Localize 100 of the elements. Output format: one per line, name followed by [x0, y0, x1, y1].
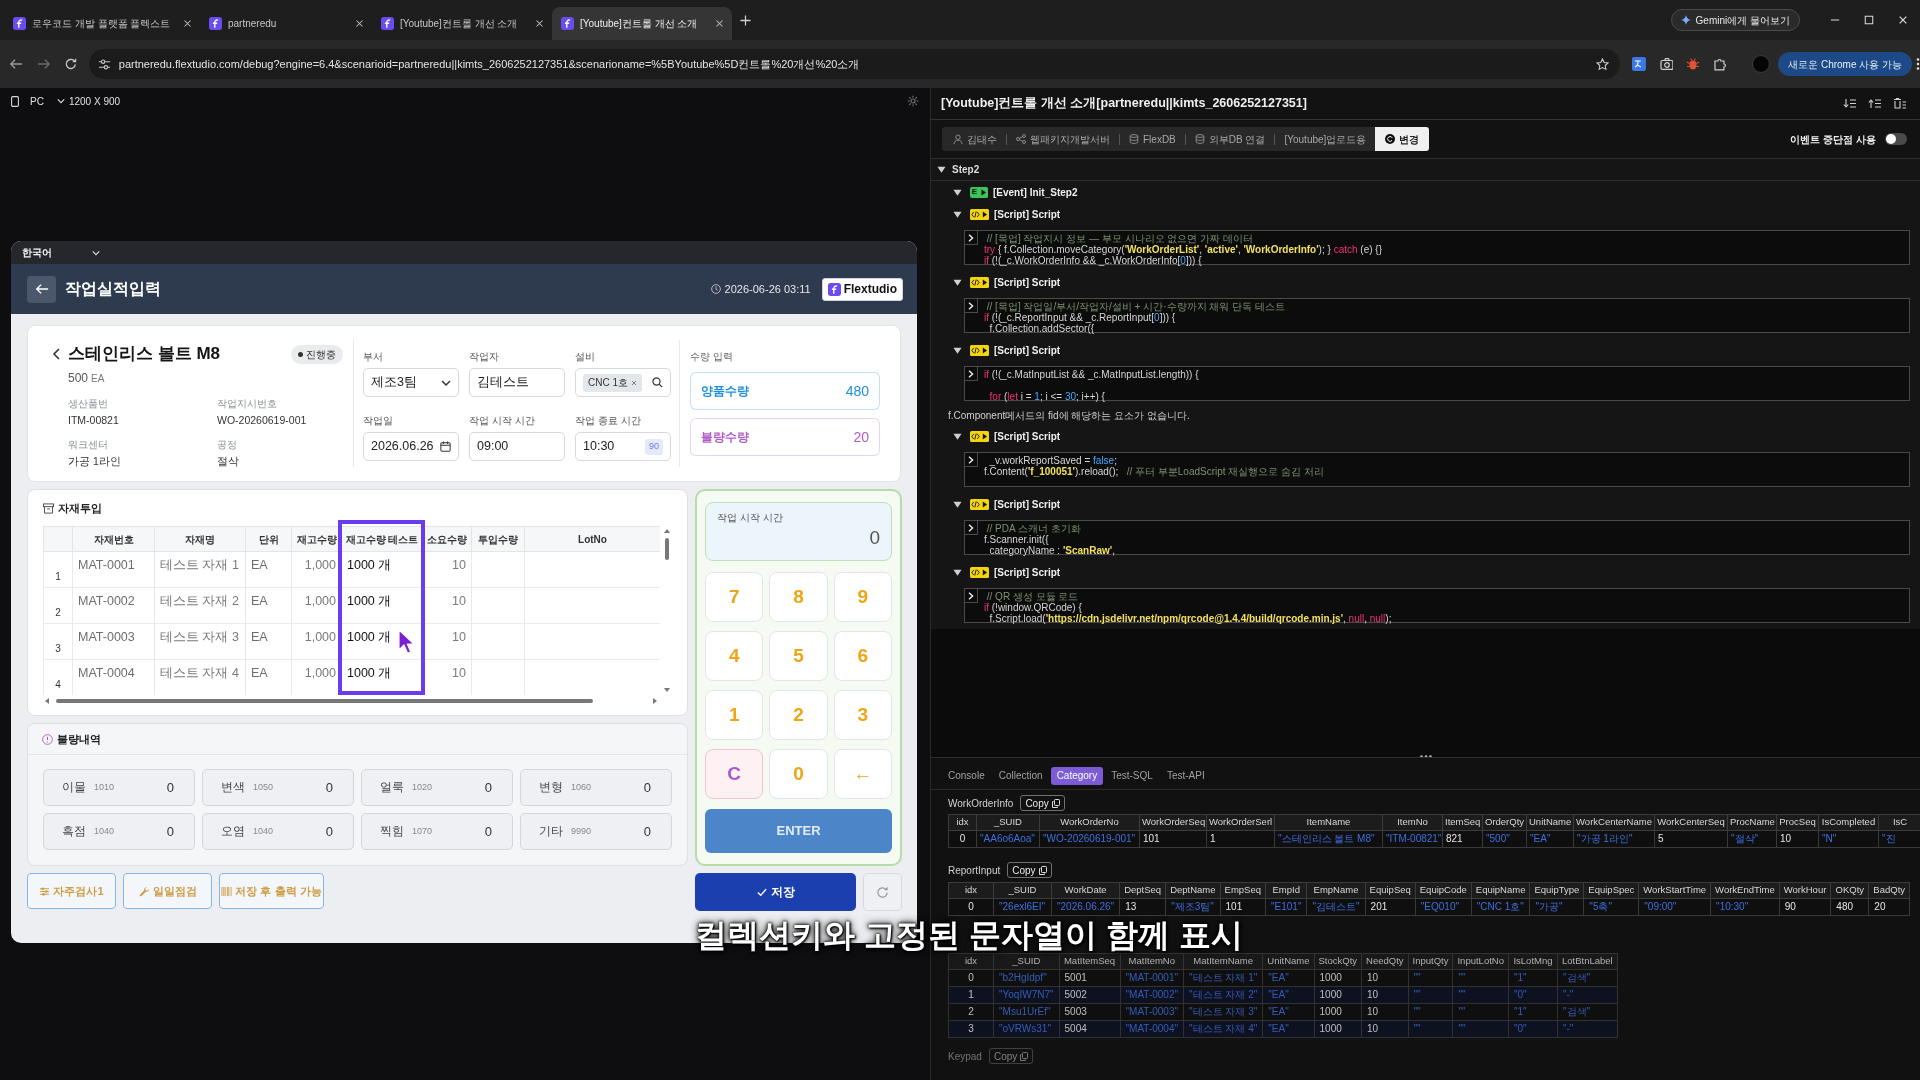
panel-tab[interactable]: Console [942, 766, 991, 785]
toggle-switch[interactable] [1885, 133, 1907, 145]
update-button[interactable]: 새로운 Chrome 사용 가능 [1778, 52, 1913, 76]
toolbar-item[interactable]: 웹패키지개발서버 [1007, 131, 1119, 147]
code-icon [970, 344, 981, 356]
tree-node-label[interactable]: [Script] Script [994, 274, 1061, 290]
tree-node-label[interactable]: [Script] Script [994, 428, 1061, 444]
caret-down-icon[interactable] [953, 499, 962, 509]
close-icon[interactable] [715, 19, 724, 28]
panel-tab[interactable]: Collection [992, 766, 1049, 785]
defect-field[interactable]: 변형 1060 0 [520, 769, 672, 806]
browser-tab[interactable]: [Youtube]컨트롤 개선 소개 [552, 7, 732, 40]
close-icon[interactable] [535, 19, 544, 28]
address-bar[interactable]: partneredu.flextudio.com/debug?engine=6.4&scenarioid=partneredu||kimts_2606252127351&scenarioname=%5BYoutube%5D컨트롤%20개선%20소개 [88, 49, 1620, 79]
translate-icon[interactable] [1631, 57, 1646, 71]
browser-tab[interactable]: 로우코드 개발 플랫폼 플렉스트 [4, 7, 200, 40]
keypad-key[interactable]: C [705, 749, 764, 799]
search-icon[interactable] [652, 377, 663, 388]
tree-node-label[interactable]: [Script] Script [994, 206, 1061, 222]
more-icon[interactable] [1916, 58, 1920, 70]
tree-node-label[interactable]: Step2 [952, 162, 980, 177]
settings-icon[interactable] [907, 95, 919, 107]
column-header: IsC [1878, 814, 1920, 831]
table-cell: 1000 [1314, 1020, 1362, 1038]
back-button[interactable] [27, 275, 56, 303]
expand-button[interactable] [965, 367, 978, 381]
caret-down-icon[interactable] [953, 345, 962, 355]
tune-icon[interactable] [97, 57, 111, 71]
text-field[interactable]: 09:00 [469, 432, 565, 461]
expand-button[interactable] [965, 589, 978, 603]
forward-arrow-icon[interactable] [36, 57, 51, 71]
change-button[interactable]: 변경 [1375, 127, 1430, 151]
maximize-icon[interactable] [1864, 15, 1874, 25]
bug-icon[interactable] [1686, 57, 1701, 71]
close-icon[interactable] [355, 19, 364, 28]
toolbar-item[interactable]: 김태수 [944, 131, 1006, 147]
date-field[interactable]: 2026.06.26 [363, 432, 459, 461]
sort-up-icon[interactable] [1868, 98, 1881, 109]
save-button[interactable]: 저장 [695, 873, 856, 911]
quantity-field[interactable]: 양품수량 480 [690, 372, 880, 410]
defect-field[interactable]: 이물 1010 0 [43, 769, 195, 806]
tree-node-label[interactable]: [Script] Script [994, 564, 1061, 580]
expand-button[interactable] [965, 299, 978, 313]
caret-down-icon[interactable] [953, 187, 962, 197]
browser-tab[interactable]: partneredu [200, 7, 372, 40]
defect-field[interactable]: 오염 1040 0 [202, 813, 354, 850]
back-arrow-icon[interactable] [9, 57, 23, 71]
copy-button[interactable]: Copy [1007, 862, 1052, 878]
panel-tab[interactable]: Test-SQL [1105, 766, 1159, 785]
caret-down-icon[interactable] [953, 209, 962, 219]
defect-field[interactable]: 변색 1050 0 [202, 769, 354, 806]
tree-node-label[interactable]: [Script] Script [994, 496, 1061, 512]
detail-value: 절삭 [217, 454, 239, 468]
caret-down-icon[interactable] [953, 567, 962, 577]
drag-handle-icon[interactable] [1419, 755, 1432, 758]
browser-tab[interactable]: [Youtube]컨트롤 개선 소개 [372, 7, 552, 40]
defect-field[interactable]: 얼룩 1020 0 [361, 769, 513, 806]
clear-list-icon[interactable] [1893, 98, 1906, 109]
language-select[interactable]: 한국어 [22, 245, 100, 260]
copy-button[interactable]: Copy [1020, 795, 1065, 811]
resolution-label[interactable]: 1200 X 900 [68, 93, 121, 109]
text-field[interactable]: 10:30 90 [575, 432, 671, 461]
expand-button[interactable] [965, 453, 978, 467]
panel-tab[interactable]: Test-API [1160, 766, 1211, 785]
defect-field[interactable]: 찍힘 1070 0 [361, 813, 513, 850]
toolbar-item[interactable]: 외부DB 연결 [1185, 131, 1275, 147]
puzzle-icon[interactable] [1713, 57, 1728, 71]
gemini-button[interactable]: Gemini에게 물어보기 [1670, 9, 1800, 31]
caret-down-icon[interactable] [953, 277, 962, 287]
search-field[interactable]: CNC 1호 [575, 368, 671, 397]
copy-button[interactable]: Copy [988, 1048, 1034, 1064]
defect-name: 오염 [221, 823, 245, 839]
star-icon[interactable] [1595, 57, 1609, 71]
phone-icon[interactable] [11, 95, 19, 107]
text-field[interactable]: 김테스트 [469, 368, 565, 397]
new-tab-icon[interactable] [740, 14, 751, 26]
defect-code: 1020 [412, 780, 433, 794]
defect-field[interactable]: 흑점 1040 0 [43, 813, 195, 850]
reload-icon[interactable] [63, 57, 78, 71]
defect-field[interactable]: 기타 9990 0 [520, 813, 672, 850]
equipment-tag[interactable]: CNC 1호 [583, 373, 642, 392]
chevron-left-icon[interactable] [52, 348, 61, 360]
toolbar-item[interactable]: [Youtube]업로드용 [1275, 131, 1376, 147]
caret-down-icon[interactable] [953, 431, 962, 441]
caret-down-icon[interactable] [937, 165, 946, 174]
tree-node-label[interactable]: [Script] Script [994, 342, 1061, 358]
calendar-icon[interactable] [440, 441, 451, 452]
camera-icon[interactable] [1659, 57, 1674, 71]
close-icon[interactable] [183, 19, 192, 28]
chevron-right-icon [968, 523, 974, 532]
quantity-field[interactable]: 불량수량 20 [690, 418, 880, 456]
device-label[interactable]: PC [30, 93, 44, 109]
sort-down-icon[interactable] [1843, 98, 1856, 109]
expand-button[interactable] [965, 521, 978, 535]
toolbar-item[interactable]: FlexDB [1120, 131, 1185, 147]
expand-button[interactable] [965, 231, 978, 245]
dropdown-field[interactable]: 제조3팀 [363, 368, 459, 397]
tree-node-label[interactable]: [Event] Init_Step2 [993, 184, 1078, 200]
chevron-down-icon[interactable] [56, 97, 65, 105]
panel-tab[interactable]: Category [1050, 766, 1104, 785]
